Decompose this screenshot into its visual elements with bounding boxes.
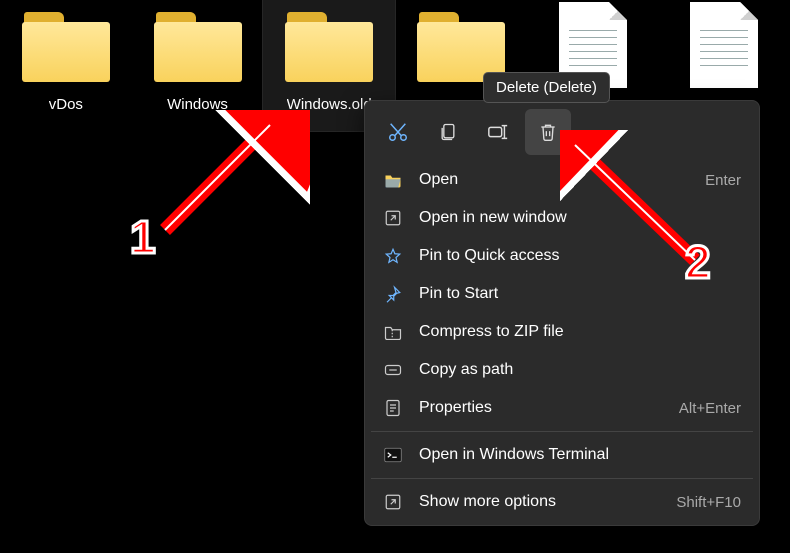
more-options-icon <box>383 492 403 512</box>
textfile-icon <box>690 2 758 88</box>
menu-windows-terminal[interactable]: Open in Windows Terminal <box>365 436 759 474</box>
new-window-icon <box>383 208 403 228</box>
zip-icon <box>383 322 403 342</box>
folder-icon <box>22 8 110 82</box>
copy-button[interactable] <box>425 109 471 155</box>
menu-label: Compress to ZIP file <box>419 323 741 341</box>
menu-shortcut: Alt+Enter <box>679 400 741 417</box>
rename-button[interactable] <box>475 109 521 155</box>
delete-tooltip: Delete (Delete) <box>483 72 610 103</box>
properties-icon <box>383 398 403 418</box>
folder-icon <box>417 8 505 82</box>
copy-path-icon <box>383 360 403 380</box>
menu-label: Show more options <box>419 493 660 511</box>
menu-shortcut: Shift+F10 <box>676 494 741 511</box>
annotation-number-1: 1 <box>130 210 156 264</box>
folder-open-icon <box>383 170 403 190</box>
menu-properties[interactable]: Properties Alt+Enter <box>365 389 759 427</box>
menu-label: Copy as path <box>419 361 741 379</box>
file-label: vDos <box>49 96 83 113</box>
pin-icon <box>383 284 403 304</box>
folder-icon <box>285 8 373 82</box>
menu-label: Properties <box>419 399 663 417</box>
cut-button[interactable] <box>375 109 421 155</box>
star-icon <box>383 246 403 266</box>
menu-compress-zip[interactable]: Compress to ZIP file <box>365 313 759 351</box>
menu-show-more[interactable]: Show more options Shift+F10 <box>365 483 759 521</box>
file-item-vdos[interactable]: vDos <box>0 0 132 131</box>
menu-label: Open in Windows Terminal <box>419 446 741 464</box>
menu-separator <box>371 431 753 432</box>
menu-separator <box>371 478 753 479</box>
terminal-icon <box>383 445 403 465</box>
annotation-number-2: 2 <box>685 235 711 289</box>
folder-icon <box>154 8 242 82</box>
menu-copy-path[interactable]: Copy as path <box>365 351 759 389</box>
annotation-arrow-1 <box>150 110 310 250</box>
